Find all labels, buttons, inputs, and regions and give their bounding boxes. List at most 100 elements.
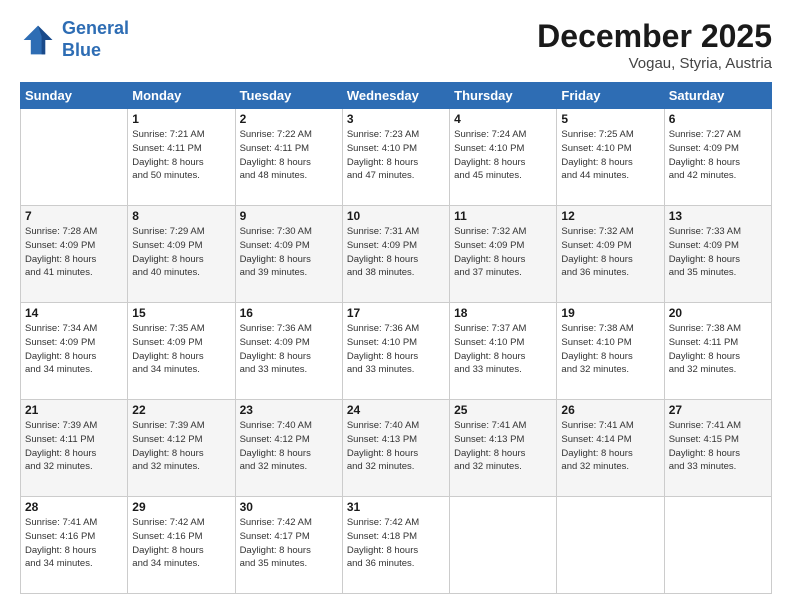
calendar-cell: 16 Sunrise: 7:36 AM Sunset: 4:09 PM Dayli… xyxy=(235,303,342,400)
logo-icon xyxy=(20,22,56,58)
day-info: Sunrise: 7:29 AM Sunset: 4:09 PM Dayligh… xyxy=(132,225,230,280)
calendar-cell: 4 Sunrise: 7:24 AM Sunset: 4:10 PM Daylig… xyxy=(450,109,557,206)
day-number: 2 xyxy=(240,112,338,126)
calendar-cell: 27Sunrise: 7:41 AM Sunset: 4:15 PM Dayli… xyxy=(664,400,771,497)
day-number: 20 xyxy=(669,306,767,320)
calendar-week-row: 28 Sunrise: 7:41 AM Sunset: 4:16 PM Dayli… xyxy=(21,497,772,594)
day-number: 21 xyxy=(25,403,123,417)
title-block: December 2025 Vogau, Styria, Austria xyxy=(537,18,772,72)
day-info: Sunrise: 7:42 AM Sunset: 4:18 PM Dayligh… xyxy=(347,516,445,571)
calendar-week-row: 14 Sunrise: 7:34 AM Sunset: 4:09 PM Dayli… xyxy=(21,303,772,400)
calendar-cell: 11 Sunrise: 7:32 AM Sunset: 4:09 PM Dayli… xyxy=(450,206,557,303)
calendar-cell: 6 Sunrise: 7:27 AM Sunset: 4:09 PM Daylig… xyxy=(664,109,771,206)
day-number: 11 xyxy=(454,209,552,223)
calendar-cell xyxy=(450,497,557,594)
day-info: Sunrise: 7:34 AM Sunset: 4:09 PM Dayligh… xyxy=(25,322,123,377)
calendar-cell: 10 Sunrise: 7:31 AM Sunset: 4:09 PM Dayli… xyxy=(342,206,449,303)
calendar-cell: 14 Sunrise: 7:34 AM Sunset: 4:09 PM Dayli… xyxy=(21,303,128,400)
day-number: 16 xyxy=(240,306,338,320)
calendar-cell xyxy=(21,109,128,206)
calendar-cell: 26 Sunrise: 7:41 AM Sunset: 4:14 PM Dayli… xyxy=(557,400,664,497)
day-info: Sunrise: 7:32 AM Sunset: 4:09 PM Dayligh… xyxy=(561,225,659,280)
calendar-cell: 18 Sunrise: 7:37 AM Sunset: 4:10 PM Dayli… xyxy=(450,303,557,400)
calendar-cell: 2Sunrise: 7:22 AM Sunset: 4:11 PM Daylig… xyxy=(235,109,342,206)
calendar-week-row: 1 Sunrise: 7:21 AM Sunset: 4:11 PM Daylig… xyxy=(21,109,772,206)
day-info: Sunrise: 7:21 AM Sunset: 4:11 PM Dayligh… xyxy=(132,128,230,183)
calendar-day-header: Tuesday xyxy=(235,83,342,109)
day-number: 30 xyxy=(240,500,338,514)
calendar-cell: 3 Sunrise: 7:23 AM Sunset: 4:10 PM Daylig… xyxy=(342,109,449,206)
logo-text: General Blue xyxy=(62,18,129,61)
calendar-day-header: Wednesday xyxy=(342,83,449,109)
day-number: 26 xyxy=(561,403,659,417)
day-number: 13 xyxy=(669,209,767,223)
day-number: 25 xyxy=(454,403,552,417)
day-number: 9 xyxy=(240,209,338,223)
day-info: Sunrise: 7:30 AM Sunset: 4:09 PM Dayligh… xyxy=(240,225,338,280)
day-number: 6 xyxy=(669,112,767,126)
day-number: 10 xyxy=(347,209,445,223)
calendar-cell: 20 Sunrise: 7:38 AM Sunset: 4:11 PM Dayli… xyxy=(664,303,771,400)
calendar-cell: 28 Sunrise: 7:41 AM Sunset: 4:16 PM Dayli… xyxy=(21,497,128,594)
calendar-cell: 15Sunrise: 7:35 AM Sunset: 4:09 PM Dayli… xyxy=(128,303,235,400)
calendar-cell: 13 Sunrise: 7:33 AM Sunset: 4:09 PM Dayli… xyxy=(664,206,771,303)
day-number: 18 xyxy=(454,306,552,320)
calendar-cell: 22Sunrise: 7:39 AM Sunset: 4:12 PM Dayli… xyxy=(128,400,235,497)
day-number: 7 xyxy=(25,209,123,223)
calendar-cell: 21 Sunrise: 7:39 AM Sunset: 4:11 PM Dayli… xyxy=(21,400,128,497)
calendar-cell xyxy=(557,497,664,594)
calendar-cell: 7Sunrise: 7:28 AM Sunset: 4:09 PM Daylig… xyxy=(21,206,128,303)
day-number: 28 xyxy=(25,500,123,514)
day-number: 29 xyxy=(132,500,230,514)
day-info: Sunrise: 7:32 AM Sunset: 4:09 PM Dayligh… xyxy=(454,225,552,280)
calendar-table: SundayMondayTuesdayWednesdayThursdayFrid… xyxy=(20,82,772,594)
calendar-cell: 29 Sunrise: 7:42 AM Sunset: 4:16 PM Dayli… xyxy=(128,497,235,594)
day-info: Sunrise: 7:38 AM Sunset: 4:11 PM Dayligh… xyxy=(669,322,767,377)
calendar-cell: 5Sunrise: 7:25 AM Sunset: 4:10 PM Daylig… xyxy=(557,109,664,206)
day-info: Sunrise: 7:36 AM Sunset: 4:10 PM Dayligh… xyxy=(347,322,445,377)
day-number: 3 xyxy=(347,112,445,126)
day-number: 1 xyxy=(132,112,230,126)
day-info: Sunrise: 7:40 AM Sunset: 4:12 PM Dayligh… xyxy=(240,419,338,474)
day-info: Sunrise: 7:41 AM Sunset: 4:16 PM Dayligh… xyxy=(25,516,123,571)
day-number: 8 xyxy=(132,209,230,223)
calendar-day-header: Sunday xyxy=(21,83,128,109)
day-number: 12 xyxy=(561,209,659,223)
calendar-day-header: Saturday xyxy=(664,83,771,109)
day-info: Sunrise: 7:27 AM Sunset: 4:09 PM Dayligh… xyxy=(669,128,767,183)
day-info: Sunrise: 7:40 AM Sunset: 4:13 PM Dayligh… xyxy=(347,419,445,474)
day-number: 31 xyxy=(347,500,445,514)
day-number: 27 xyxy=(669,403,767,417)
calendar-cell: 1 Sunrise: 7:21 AM Sunset: 4:11 PM Daylig… xyxy=(128,109,235,206)
calendar-cell: 24Sunrise: 7:40 AM Sunset: 4:13 PM Dayli… xyxy=(342,400,449,497)
header: General Blue December 2025 Vogau, Styria… xyxy=(20,18,772,72)
day-info: Sunrise: 7:37 AM Sunset: 4:10 PM Dayligh… xyxy=(454,322,552,377)
calendar-cell xyxy=(664,497,771,594)
day-number: 23 xyxy=(240,403,338,417)
day-info: Sunrise: 7:42 AM Sunset: 4:17 PM Dayligh… xyxy=(240,516,338,571)
calendar-cell: 8 Sunrise: 7:29 AM Sunset: 4:09 PM Daylig… xyxy=(128,206,235,303)
day-info: Sunrise: 7:41 AM Sunset: 4:13 PM Dayligh… xyxy=(454,419,552,474)
month-title: December 2025 xyxy=(537,18,772,55)
day-number: 14 xyxy=(25,306,123,320)
day-info: Sunrise: 7:24 AM Sunset: 4:10 PM Dayligh… xyxy=(454,128,552,183)
calendar-day-header: Monday xyxy=(128,83,235,109)
logo-line1: General xyxy=(62,18,129,38)
day-info: Sunrise: 7:42 AM Sunset: 4:16 PM Dayligh… xyxy=(132,516,230,571)
calendar-cell: 25 Sunrise: 7:41 AM Sunset: 4:13 PM Dayli… xyxy=(450,400,557,497)
day-number: 15 xyxy=(132,306,230,320)
logo-line2: Blue xyxy=(62,40,101,60)
day-info: Sunrise: 7:33 AM Sunset: 4:09 PM Dayligh… xyxy=(669,225,767,280)
day-info: Sunrise: 7:39 AM Sunset: 4:12 PM Dayligh… xyxy=(132,419,230,474)
day-number: 4 xyxy=(454,112,552,126)
calendar-week-row: 21 Sunrise: 7:39 AM Sunset: 4:11 PM Dayli… xyxy=(21,400,772,497)
day-info: Sunrise: 7:31 AM Sunset: 4:09 PM Dayligh… xyxy=(347,225,445,280)
day-info: Sunrise: 7:23 AM Sunset: 4:10 PM Dayligh… xyxy=(347,128,445,183)
day-info: Sunrise: 7:41 AM Sunset: 4:14 PM Dayligh… xyxy=(561,419,659,474)
calendar-day-header: Friday xyxy=(557,83,664,109)
calendar-day-header: Thursday xyxy=(450,83,557,109)
calendar-cell: 17Sunrise: 7:36 AM Sunset: 4:10 PM Dayli… xyxy=(342,303,449,400)
day-info: Sunrise: 7:38 AM Sunset: 4:10 PM Dayligh… xyxy=(561,322,659,377)
day-info: Sunrise: 7:36 AM Sunset: 4:09 PM Dayligh… xyxy=(240,322,338,377)
day-info: Sunrise: 7:39 AM Sunset: 4:11 PM Dayligh… xyxy=(25,419,123,474)
